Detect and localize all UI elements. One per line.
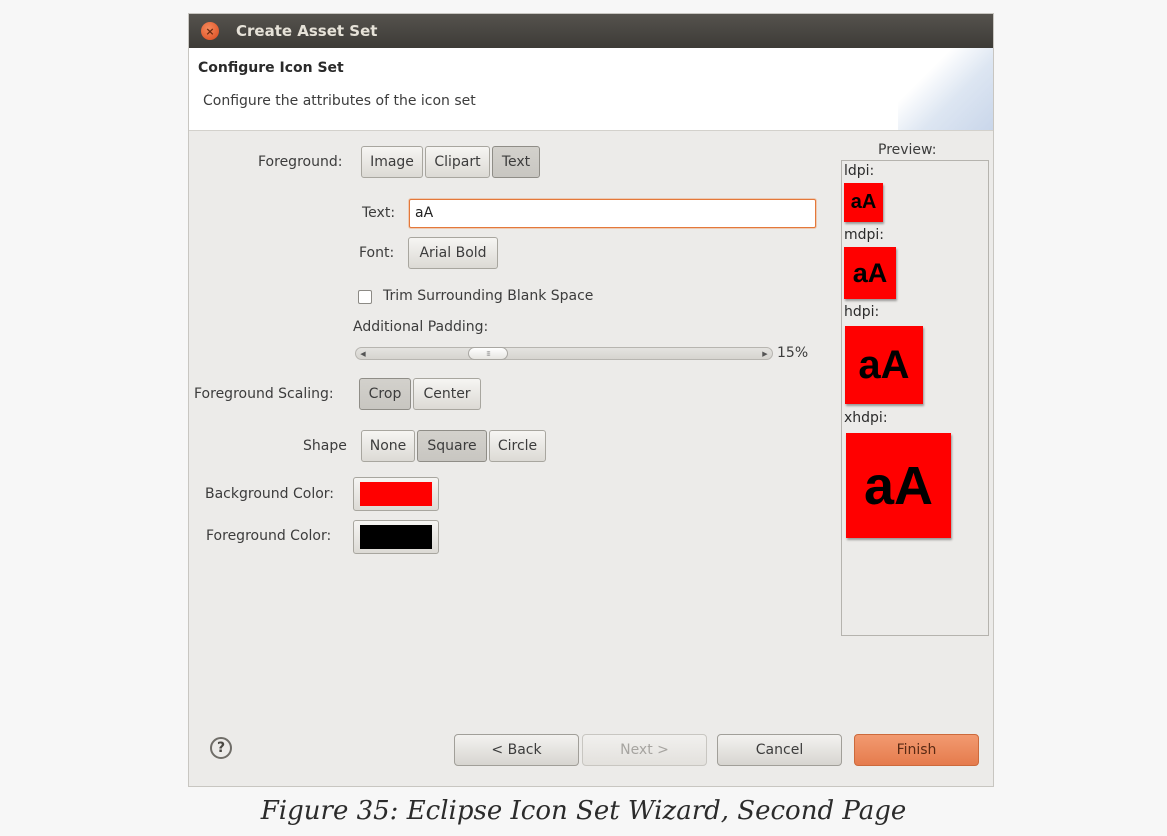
slider-thumb[interactable]: ⁞⁞⁞ <box>468 347 508 360</box>
padding-label: Additional Padding: <box>353 319 489 335</box>
foreground-color-label: Foreground Color: <box>206 528 332 544</box>
wizard-header: Configure Icon Set Configure the attribu… <box>189 48 993 131</box>
shape-none-button[interactable]: None <box>361 430 415 462</box>
scaling-center-button[interactable]: Center <box>413 378 481 410</box>
create-asset-set-dialog: × Create Asset Set Configure Icon Set Co… <box>188 13 994 787</box>
window-title: Create Asset Set <box>236 22 378 40</box>
page-description: Configure the attributes of the icon set <box>203 93 476 109</box>
mdpi-preview-icon: aA <box>844 247 896 299</box>
shape-label: Shape <box>303 438 347 454</box>
xhdpi-preview-icon: aA <box>846 433 951 538</box>
back-button[interactable]: < Back <box>454 734 579 766</box>
foreground-label: Foreground: <box>258 154 343 170</box>
foreground-color-swatch <box>360 525 432 549</box>
shape-circle-button[interactable]: Circle <box>489 430 546 462</box>
ldpi-label: ldpi: <box>844 163 875 179</box>
foreground-text-button[interactable]: Text <box>492 146 540 178</box>
shape-square-button[interactable]: Square <box>417 430 487 462</box>
mdpi-label: mdpi: <box>844 227 885 243</box>
font-label: Font: <box>359 245 395 261</box>
background-color-label: Background Color: <box>205 486 334 502</box>
cancel-button[interactable]: Cancel <box>717 734 842 766</box>
padding-slider[interactable]: ◀ ⁞⁞⁞ ▶ <box>355 347 773 360</box>
text-input[interactable]: aA <box>409 199 816 228</box>
foreground-clipart-button[interactable]: Clipart <box>425 146 490 178</box>
hdpi-preview-icon: aA <box>845 326 923 404</box>
scaling-crop-button[interactable]: Crop <box>359 378 411 410</box>
help-icon[interactable]: ? <box>210 737 232 759</box>
figure-caption: Figure 35: Eclipse Icon Set Wizard, Seco… <box>260 796 907 826</box>
foreground-image-button[interactable]: Image <box>361 146 423 178</box>
background-color-button[interactable] <box>353 477 439 511</box>
padding-value: 15% <box>777 345 809 361</box>
trim-label: Trim Surrounding Blank Space <box>383 288 594 304</box>
title-bar: × Create Asset Set <box>189 14 993 48</box>
background-color-swatch <box>360 482 432 506</box>
ldpi-preview-icon: aA <box>844 183 883 222</box>
header-banner-graphic <box>898 48 993 130</box>
close-icon[interactable]: × <box>201 22 219 40</box>
scaling-label: Foreground Scaling: <box>194 386 334 402</box>
hdpi-label: hdpi: <box>844 304 880 320</box>
preview-label: Preview: <box>878 142 937 158</box>
slider-left-arrow-icon[interactable]: ◀ <box>357 348 369 359</box>
text-label: Text: <box>362 205 396 221</box>
finish-button[interactable]: Finish <box>854 734 979 766</box>
font-button[interactable]: Arial Bold <box>408 237 498 269</box>
next-button[interactable]: Next > <box>582 734 707 766</box>
foreground-color-button[interactable] <box>353 520 439 554</box>
page-title: Configure Icon Set <box>198 60 344 76</box>
preview-panel: ldpi: aA mdpi: aA hdpi: aA xhdpi: aA <box>841 160 989 636</box>
trim-checkbox[interactable] <box>358 290 372 304</box>
slider-right-arrow-icon[interactable]: ▶ <box>759 348 771 359</box>
xhdpi-label: xhdpi: <box>844 410 888 426</box>
